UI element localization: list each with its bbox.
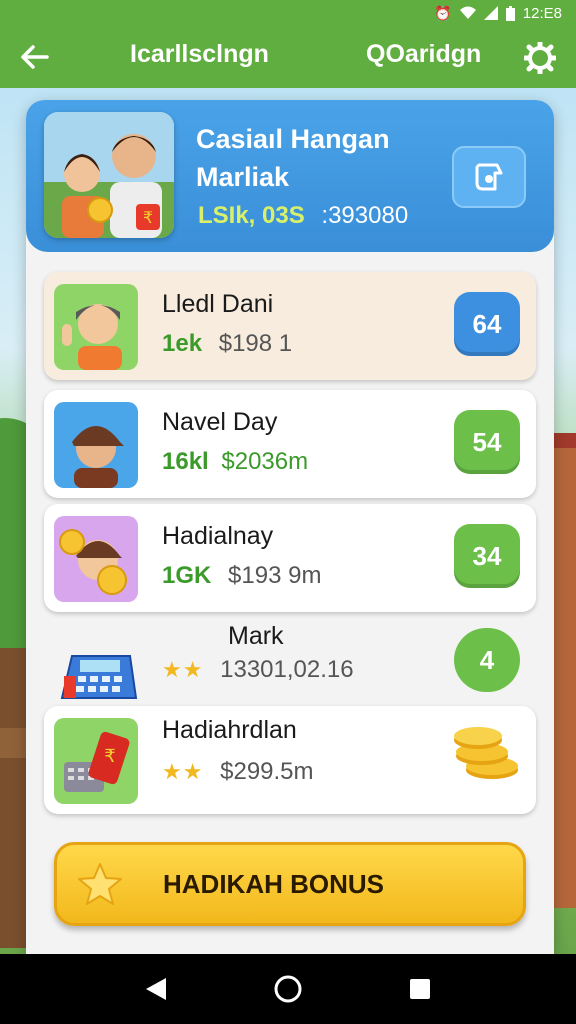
item-name: Navel Day <box>162 408 278 436</box>
item-name: Mark <box>228 622 284 650</box>
coins-icon <box>448 720 522 788</box>
avatar <box>54 284 138 370</box>
app-subtitle-tab[interactable]: QOaridgn <box>366 40 481 69</box>
item-details: ★★ 13301,02.16 <box>162 656 354 684</box>
score-badge[interactable]: 54 <box>454 410 520 474</box>
profile-header: ₹ Casiaıl Hangan Marliak LSIk, 03S :3930… <box>26 100 554 252</box>
app-title: Icarllsclngn <box>130 40 269 68</box>
list-item[interactable]: Hadialnay 1GK $193 9m 34 <box>44 504 536 612</box>
avatar <box>54 402 138 488</box>
nav-back-icon <box>146 978 166 1000</box>
item-amount: $299.5m <box>220 758 314 785</box>
nav-recents-icon <box>410 979 430 999</box>
profile-stats: LSIk, 03S :393080 <box>198 202 408 230</box>
settings-button[interactable] <box>518 36 562 80</box>
item-level: 16kl <box>162 448 209 475</box>
item-name: Hadialnay <box>162 522 274 550</box>
list-item[interactable]: Lledl Dani 1ek $198 1 64 <box>44 272 536 380</box>
avatar <box>54 516 138 602</box>
share-icon <box>475 163 503 191</box>
calculator-icon <box>54 628 138 714</box>
signal-icon <box>483 6 498 20</box>
star-rating: ★★ <box>162 759 204 784</box>
gear-icon <box>524 42 556 74</box>
nav-home-button[interactable] <box>268 969 308 1009</box>
status-bar: ⏰ 12:E8 <box>0 0 576 26</box>
system-nav-bar <box>0 954 576 1024</box>
svg-text:₹: ₹ <box>104 746 115 767</box>
nav-back-button[interactable] <box>136 969 176 1009</box>
item-name: Lledl Dani <box>162 290 274 318</box>
item-level: 1ek <box>162 330 203 357</box>
score-badge[interactable]: 64 <box>454 292 520 356</box>
item-details: 1GK $193 9m <box>162 562 321 590</box>
bonus-button[interactable]: HADIKAH BONUS <box>54 842 526 926</box>
back-button[interactable] <box>0 26 70 88</box>
share-button[interactable] <box>452 146 526 208</box>
profile-name-line2: Marliak <box>196 162 290 192</box>
item-name: Hadiahrdlan <box>162 716 297 744</box>
star-icon <box>77 861 123 911</box>
item-amount: 13301,02.16 <box>220 656 354 683</box>
item-details: 1ek $198 1 <box>162 330 292 358</box>
item-level: 1GK <box>162 562 212 589</box>
profile-stat-points: :393080 <box>321 202 409 229</box>
item-amount: $198 1 <box>218 330 293 357</box>
tree-trunk <box>0 648 28 948</box>
family-photo: ₹ <box>44 112 174 238</box>
profile-name: Casiaıl Hangan Marliak <box>196 120 456 196</box>
item-details: ★★ $299.5m <box>162 758 314 786</box>
svg-text:₹: ₹ <box>143 208 153 227</box>
avatar: ₹ <box>54 718 138 804</box>
bonus-label: HADIKAH BONUS <box>163 869 384 899</box>
item-amount: $193 9m <box>228 562 322 589</box>
status-time: 12:E8 <box>522 4 562 22</box>
nav-recents-button[interactable] <box>400 969 440 1009</box>
profile-name-line1: Casiaıl Hangan <box>196 124 390 154</box>
item-details: 16kl $2036m <box>162 448 308 476</box>
list-item[interactable]: Navel Day 16kl $2036m 54 <box>44 390 536 498</box>
battery-icon <box>505 5 515 21</box>
alarm-icon: ⏰ <box>434 4 452 21</box>
score-value: 4 <box>479 644 495 675</box>
score-badge[interactable]: 4 <box>454 628 520 692</box>
item-amount: $2036m <box>221 448 309 475</box>
score-badge[interactable]: 34 <box>454 524 520 588</box>
star-rating: ★★ <box>162 657 204 682</box>
arrow-left-icon <box>21 45 49 69</box>
profile-stat-level: LSIk, 03S <box>198 202 305 229</box>
wifi-icon <box>459 6 476 19</box>
main-card: ₹ Casiaıl Hangan Marliak LSIk, 03S :3930… <box>26 100 554 954</box>
list-item[interactable]: ₹ Hadiahrdlan ★★ $299.5m <box>44 706 536 814</box>
nav-home-icon <box>274 975 302 1003</box>
app-bar: Icarllsclngn QOaridgn <box>0 26 576 88</box>
